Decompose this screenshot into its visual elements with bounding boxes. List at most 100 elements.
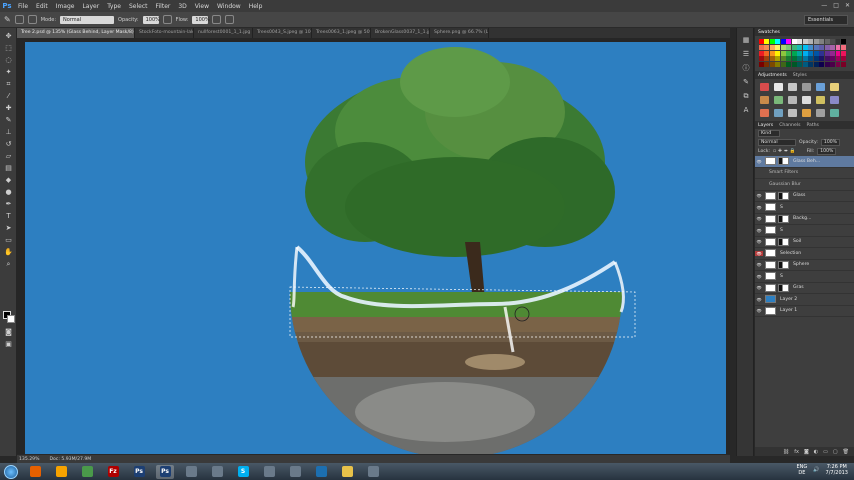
swatch-color[interactable] bbox=[775, 44, 781, 50]
swatch-color[interactable] bbox=[775, 62, 781, 68]
opacity-input[interactable]: 100% bbox=[142, 15, 160, 24]
quick-select-tool-icon[interactable]: ✦ bbox=[4, 68, 13, 76]
swatch-color[interactable] bbox=[824, 50, 830, 56]
menu-select[interactable]: Select bbox=[125, 3, 152, 10]
swatch-color[interactable] bbox=[808, 44, 814, 50]
adjustment-preset-icon[interactable] bbox=[816, 83, 825, 92]
swatch-color[interactable] bbox=[780, 39, 786, 44]
taskbar-app-paint[interactable] bbox=[78, 465, 96, 479]
adjustment-preset-icon[interactable] bbox=[830, 96, 839, 105]
visibility-eye-icon[interactable]: 👁 bbox=[755, 297, 763, 302]
adjustment-preset-icon[interactable] bbox=[788, 109, 797, 118]
swatch-color[interactable] bbox=[819, 56, 825, 62]
fx-icon[interactable]: fx bbox=[794, 449, 799, 455]
marquee-tool-icon[interactable]: ⬚ bbox=[4, 44, 13, 52]
tab-layers[interactable]: Layers bbox=[758, 123, 773, 128]
clone-source-icon[interactable]: ⧉ bbox=[741, 92, 751, 101]
layer-mask-thumbnail[interactable] bbox=[778, 260, 789, 269]
visibility-eye-icon[interactable]: 👁 bbox=[755, 274, 763, 279]
visibility-eye-icon[interactable]: 👁 bbox=[755, 193, 763, 198]
layer-opacity-input[interactable]: 100% bbox=[820, 139, 841, 147]
swatch-color[interactable] bbox=[759, 44, 764, 50]
menu-window[interactable]: Window bbox=[213, 3, 245, 10]
adjustment-preset-icon[interactable] bbox=[802, 109, 811, 118]
menu-type[interactable]: Type bbox=[103, 3, 125, 10]
workspace-select[interactable]: Essentials bbox=[804, 15, 848, 25]
crop-tool-icon[interactable]: ⌗ bbox=[4, 80, 13, 88]
swatch-color[interactable] bbox=[824, 56, 830, 62]
link-layers-icon[interactable]: ⛓ bbox=[783, 449, 789, 455]
add-mask-icon[interactable]: ◙ bbox=[804, 449, 809, 455]
tab-nullforest[interactable]: nullforest0001_1_1.jpg @ 33.3% ... bbox=[194, 28, 253, 38]
layer-mask-thumbnail[interactable] bbox=[778, 191, 789, 200]
taskbar-app-misc[interactable] bbox=[364, 465, 382, 479]
swatch-color[interactable] bbox=[835, 39, 841, 44]
swatch-color[interactable] bbox=[819, 44, 825, 50]
layer-row[interactable]: 👁 Sphere bbox=[755, 260, 854, 272]
swatch-color[interactable] bbox=[802, 44, 808, 50]
swatch-color[interactable] bbox=[780, 50, 786, 56]
adjustment-preset-icon[interactable] bbox=[774, 83, 783, 92]
brush-panel-icon[interactable]: ✎ bbox=[741, 78, 751, 87]
layer-effect-row[interactable]: Gaussian Blur bbox=[755, 179, 854, 191]
menu-help[interactable]: Help bbox=[245, 3, 267, 10]
adjustment-preset-icon[interactable] bbox=[830, 109, 839, 118]
adjustment-preset-icon[interactable] bbox=[760, 83, 769, 92]
trash-icon[interactable]: 🗑 bbox=[843, 449, 849, 455]
new-layer-icon[interactable]: ▢ bbox=[833, 449, 838, 455]
menu-image[interactable]: Image bbox=[52, 3, 79, 10]
swatch-color[interactable] bbox=[830, 50, 835, 56]
layer-row[interactable]: 👁 S bbox=[755, 202, 854, 214]
swatch-color[interactable] bbox=[802, 62, 808, 68]
swatch-color[interactable] bbox=[841, 50, 846, 56]
pen-tool-icon[interactable]: ✒ bbox=[4, 200, 13, 208]
menu-edit[interactable]: Edit bbox=[32, 3, 52, 10]
swatch-color[interactable] bbox=[813, 39, 819, 44]
swatch-color[interactable] bbox=[759, 50, 764, 56]
brush-tool-icon[interactable]: ✎ bbox=[4, 15, 11, 24]
blend-mode-select[interactable]: Normal bbox=[758, 139, 796, 147]
swatch-color[interactable] bbox=[786, 39, 792, 44]
swatch-color[interactable] bbox=[775, 39, 781, 44]
swatch-color[interactable] bbox=[797, 50, 803, 56]
canvas[interactable] bbox=[25, 42, 726, 454]
swatch-color[interactable] bbox=[769, 44, 775, 50]
taskbar-app-misc[interactable] bbox=[182, 465, 200, 479]
swatch-color[interactable] bbox=[819, 39, 825, 44]
swatch-color[interactable] bbox=[802, 56, 808, 62]
volume-icon[interactable]: 🔊 bbox=[813, 467, 819, 473]
start-button[interactable] bbox=[4, 464, 18, 479]
swatch-color[interactable] bbox=[835, 62, 841, 68]
swatch-color[interactable] bbox=[808, 56, 814, 62]
visibility-eye-icon[interactable]: 👁 bbox=[755, 285, 763, 290]
adjustment-preset-icon[interactable] bbox=[774, 96, 783, 105]
swatch-color[interactable] bbox=[764, 39, 770, 44]
swatch-color[interactable] bbox=[764, 56, 770, 62]
zoom-level[interactable]: 135.29% bbox=[19, 457, 39, 462]
hand-tool-icon[interactable]: ✋ bbox=[4, 248, 13, 256]
adjustment-preset-icon[interactable] bbox=[816, 96, 825, 105]
tab-channels[interactable]: Channels bbox=[779, 123, 800, 128]
swatch-color[interactable] bbox=[835, 44, 841, 50]
adjustment-preset-icon[interactable] bbox=[760, 109, 769, 118]
visibility-eye-icon[interactable]: 👁 bbox=[755, 239, 763, 244]
swatch-color[interactable] bbox=[791, 62, 797, 68]
path-select-tool-icon[interactable]: ➤ bbox=[4, 224, 13, 232]
swatch-color[interactable] bbox=[775, 50, 781, 56]
taskbar-app-ps[interactable]: Ps bbox=[156, 464, 174, 479]
tab-adjustments[interactable]: Adjustments bbox=[758, 73, 787, 78]
menu-file[interactable]: File bbox=[14, 3, 32, 10]
quick-mask-icon[interactable]: ◙ bbox=[4, 328, 13, 336]
swatch-color[interactable] bbox=[775, 56, 781, 62]
taskbar-app-media[interactable] bbox=[312, 465, 330, 479]
visibility-eye-icon[interactable]: 👁 bbox=[755, 228, 763, 233]
swatch-color[interactable] bbox=[769, 50, 775, 56]
lock-icons[interactable]: ▫✚⬌🔒 bbox=[773, 149, 798, 154]
layer-mask-thumbnail[interactable] bbox=[778, 237, 789, 246]
swatch-color[interactable] bbox=[819, 62, 825, 68]
layer-mask-thumbnail[interactable] bbox=[778, 157, 789, 166]
layer-row[interactable]: 👁 Selection bbox=[755, 248, 854, 260]
swatch-color[interactable] bbox=[835, 56, 841, 62]
adjustment-preset-icon[interactable] bbox=[802, 83, 811, 92]
swatch-color[interactable] bbox=[759, 39, 764, 44]
